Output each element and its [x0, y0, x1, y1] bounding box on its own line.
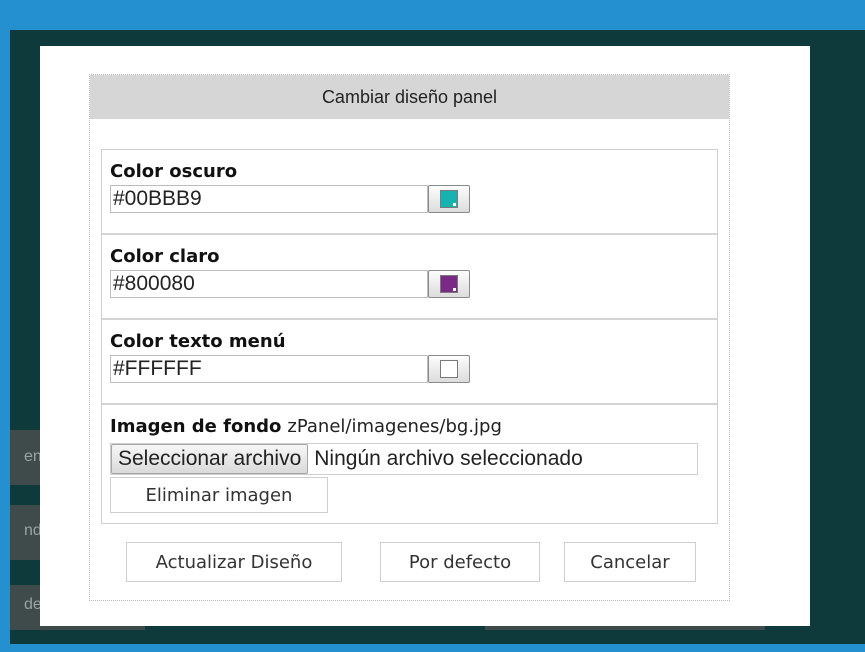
color-swatch-icon — [440, 360, 458, 378]
field-label: Imagen de fondo — [110, 416, 282, 437]
field-background-image: Imagen de fondo zPanel/imagenes/bg.jpg S… — [102, 405, 717, 523]
light-color-picker-button[interactable] — [428, 270, 470, 298]
remove-image-button[interactable]: Eliminar imagen — [110, 477, 328, 513]
field-label: Color texto menú — [110, 331, 286, 352]
design-dialog: Cambiar diseño panel Color oscuro #00BBB… — [89, 74, 730, 601]
light-color-input[interactable]: #800080 — [110, 270, 428, 298]
menu-text-color-input[interactable]: #FFFFFF — [110, 355, 428, 383]
cancel-button[interactable]: Cancelar — [564, 542, 696, 582]
field-label: Color claro — [110, 246, 220, 267]
dialog-title: Cambiar diseño panel — [90, 75, 729, 119]
settings-fields: Color oscuro #00BBB9 Color claro #800080… — [101, 149, 718, 524]
dark-color-input[interactable]: #00BBB9 — [110, 185, 428, 213]
field-label: Color oscuro — [110, 161, 238, 182]
update-design-button[interactable]: Actualizar Diseño — [126, 542, 342, 582]
background-image-path: zPanel/imagenes/bg.jpg — [287, 416, 502, 437]
file-input[interactable]: Seleccionar archivo Ningún archivo selec… — [110, 443, 698, 475]
field-light-color: Color claro #800080 — [102, 235, 717, 320]
menu-text-color-picker-button[interactable] — [428, 355, 470, 383]
file-status-text: Ningún archivo seleccionado — [314, 447, 583, 470]
color-swatch-icon — [440, 190, 458, 208]
dialog-actions: Actualizar Diseño Por defecto Cancelar — [126, 542, 696, 582]
field-menu-text-color: Color texto menú #FFFFFF — [102, 320, 717, 405]
default-button[interactable]: Por defecto — [380, 542, 540, 582]
color-swatch-icon — [440, 275, 458, 293]
field-dark-color: Color oscuro #00BBB9 — [102, 150, 717, 235]
choose-file-button[interactable]: Seleccionar archivo — [111, 444, 309, 474]
dark-color-picker-button[interactable] — [428, 185, 470, 213]
